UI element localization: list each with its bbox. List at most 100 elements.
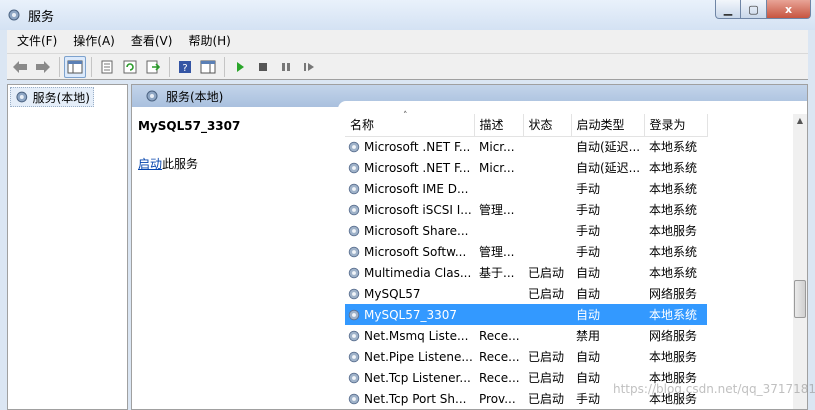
cell-startup-type: 手动 bbox=[576, 224, 601, 238]
cell-log-on-as: 本地系统 bbox=[649, 161, 698, 175]
action-pane-button[interactable] bbox=[197, 56, 219, 78]
export-icon bbox=[146, 60, 160, 73]
title-bar: 服务 ▁ ▢ x bbox=[0, 0, 815, 30]
menu-help[interactable]: 帮助(H) bbox=[180, 30, 238, 53]
table-row[interactable]: Microsoft IME D... 手动 本地系统 bbox=[345, 178, 707, 199]
table-header-row: ˄ 名称 描述 状态 启动类型 登录为 bbox=[345, 111, 708, 137]
cell-status bbox=[523, 136, 571, 157]
cell-name: MySQL57 bbox=[345, 283, 474, 304]
cell-status: 已启动 bbox=[528, 371, 565, 385]
cell-log-on-as: 本地服务 bbox=[649, 224, 698, 238]
pause-service-button[interactable] bbox=[275, 56, 297, 78]
console-tree-button[interactable] bbox=[64, 55, 86, 78]
services-pane: 服务(本地) MySQL57_3307 启动此服务 ˄ 名称 描述 状态 启动类型… bbox=[131, 84, 808, 410]
table-row[interactable]: Net.Pipe Listene... Rece... 已启动 自动 本地服务 bbox=[345, 346, 707, 367]
cell-log-on-as: 本地系统 bbox=[649, 182, 698, 196]
table-row[interactable]: Microsoft iSCSI I... 管理... 手动 本地系统 bbox=[345, 199, 707, 220]
cell-log-on-as: 本地系统 bbox=[649, 203, 698, 217]
properties-icon bbox=[101, 60, 113, 73]
cell-status: 已启动 bbox=[528, 350, 565, 364]
cell-description bbox=[474, 178, 523, 199]
table-row[interactable]: Microsoft .NET F... Micr... 自动(延迟... 本地系统 bbox=[345, 157, 707, 178]
service-gear-icon bbox=[348, 183, 360, 194]
cell-startup-type: 禁用 bbox=[576, 329, 601, 343]
service-gear-icon bbox=[348, 162, 360, 173]
service-gear-icon bbox=[348, 225, 360, 236]
column-header-log-on-as[interactable]: 登录为 bbox=[644, 114, 708, 137]
forward-button[interactable] bbox=[32, 56, 54, 78]
start-service-button[interactable] bbox=[229, 56, 251, 78]
service-detail-panel: MySQL57_3307 启动此服务 bbox=[132, 107, 338, 409]
window-controls: ▁ ▢ x bbox=[715, 0, 811, 19]
table-row[interactable]: Net.Msmq Liste... Rece... 禁用 网络服务 bbox=[345, 325, 707, 346]
cell-startup-type: 手动 bbox=[576, 203, 601, 217]
service-gear-icon bbox=[348, 204, 360, 215]
cell-description: Rece... bbox=[479, 349, 520, 364]
cell-startup-type: 手动 bbox=[576, 182, 601, 196]
table-row[interactable]: Microsoft .NET F... Micr... 自动(延迟... 本地系统 bbox=[345, 136, 707, 157]
minimize-button[interactable]: ▁ bbox=[715, 0, 741, 19]
cell-name: Microsoft IME D... bbox=[345, 178, 474, 199]
cell-startup-type: 自动(延迟... bbox=[576, 140, 641, 155]
menu-view[interactable]: 查看(V) bbox=[123, 30, 181, 53]
scroll-up-arrow-icon[interactable]: ▲ bbox=[793, 116, 807, 130]
sort-ascending-icon: ˄ bbox=[403, 111, 408, 121]
cell-name: MySQL57_3307 bbox=[345, 304, 474, 325]
cell-status: 已启动 bbox=[528, 287, 565, 301]
help-icon: ? bbox=[179, 60, 191, 74]
menu-file[interactable]: 文件(F) bbox=[9, 30, 65, 53]
resume-icon bbox=[304, 62, 314, 71]
cell-name: Microsoft Softw... bbox=[345, 241, 474, 262]
cell-status bbox=[523, 325, 571, 346]
cell-startup-type: 自动 bbox=[576, 287, 601, 301]
table-row[interactable]: Microsoft Softw... 管理... 手动 本地系统 bbox=[345, 241, 707, 262]
console-tree-icon bbox=[67, 60, 83, 73]
properties-button[interactable] bbox=[96, 56, 118, 78]
help-button[interactable]: ? bbox=[174, 56, 196, 78]
service-gear-icon bbox=[348, 309, 360, 320]
column-header-description[interactable]: 描述 bbox=[474, 114, 524, 137]
stop-icon bbox=[259, 62, 267, 71]
menu-action[interactable]: 操作(A) bbox=[65, 30, 123, 53]
table-row[interactable]: Microsoft Share... 手动 本地服务 bbox=[345, 220, 707, 241]
table-row[interactable]: Multimedia Clas... 基于... 已启动 自动 本地系统 bbox=[345, 262, 707, 283]
cell-startup-type: 手动 bbox=[576, 245, 601, 259]
back-icon bbox=[13, 60, 27, 73]
resume-service-button[interactable] bbox=[298, 56, 320, 78]
tree-item-services-local[interactable]: 服务(本地) bbox=[10, 87, 94, 107]
stop-service-button[interactable] bbox=[252, 56, 274, 78]
toolbar: ? bbox=[7, 53, 808, 80]
service-gear-icon bbox=[348, 351, 360, 362]
services-table: ˄ 名称 描述 状态 启动类型 登录为 Microsoft .NET F... Mi… bbox=[345, 111, 708, 409]
column-header-startup-type[interactable]: 启动类型 bbox=[571, 114, 645, 137]
start-service-suffix: 此服务 bbox=[162, 157, 199, 171]
back-button[interactable] bbox=[9, 56, 31, 78]
window-title: 服务 bbox=[28, 9, 55, 25]
cell-status bbox=[523, 199, 571, 220]
scrollbar-thumb[interactable] bbox=[794, 280, 806, 318]
export-button[interactable] bbox=[142, 56, 164, 78]
cell-status bbox=[523, 157, 571, 178]
table-row[interactable]: MySQL57_3307 自动 本地系统 bbox=[345, 304, 707, 325]
toolbar-separator bbox=[91, 56, 92, 77]
pause-icon bbox=[282, 62, 290, 71]
table-row[interactable]: MySQL57 已启动 自动 网络服务 bbox=[345, 283, 707, 304]
column-header-name[interactable]: ˄ 名称 bbox=[345, 111, 475, 137]
refresh-button[interactable] bbox=[119, 56, 141, 78]
vertical-scrollbar[interactable]: ▲ bbox=[793, 114, 807, 409]
cell-startup-type: 自动 bbox=[576, 266, 601, 280]
services-gear-icon bbox=[16, 91, 28, 103]
cell-log-on-as: 本地系统 bbox=[649, 266, 698, 280]
service-gear-icon bbox=[348, 267, 360, 278]
console-tree: 服务(本地) bbox=[7, 84, 128, 410]
column-header-status[interactable]: 状态 bbox=[523, 114, 572, 137]
toolbar-separator bbox=[59, 56, 60, 77]
cell-description: 管理... bbox=[479, 203, 515, 217]
close-button[interactable]: x bbox=[767, 0, 811, 19]
start-service-link[interactable]: 启动 bbox=[138, 157, 162, 171]
maximize-button[interactable]: ▢ bbox=[741, 0, 767, 19]
services-list: ˄ 名称 描述 状态 启动类型 登录为 Microsoft .NET F... Mi… bbox=[338, 101, 807, 409]
cell-log-on-as: 本地系统 bbox=[644, 304, 707, 325]
toolbar-separator bbox=[224, 56, 225, 77]
pane-header-title: 服务(本地) bbox=[166, 89, 224, 104]
